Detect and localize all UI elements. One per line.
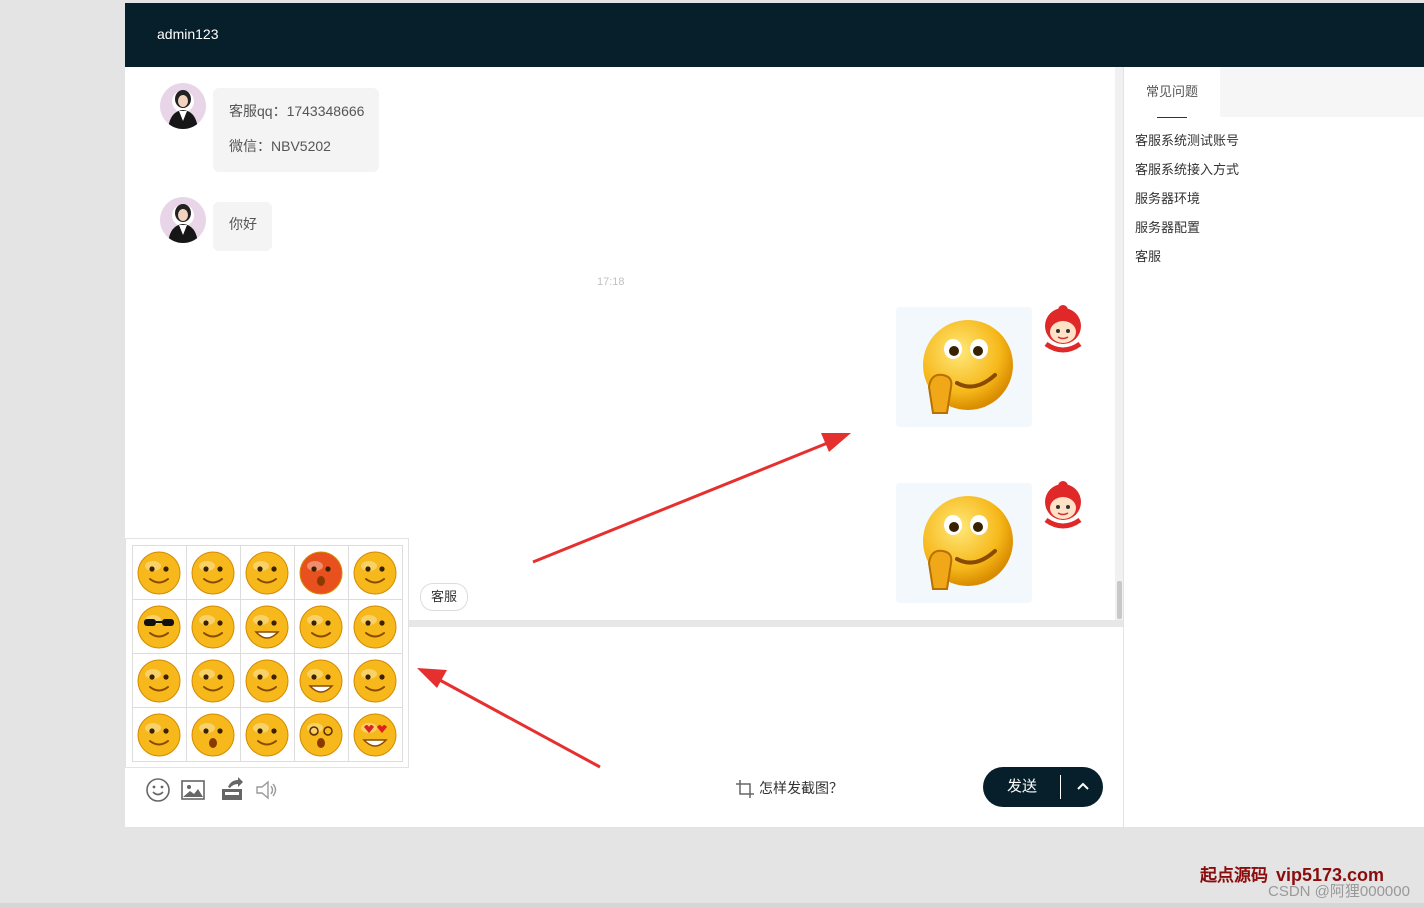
arrow-head: [821, 433, 851, 452]
watermark-brand-name: 起点源码: [1200, 866, 1268, 885]
annotation-arrows: [417, 433, 851, 769]
arrow-head: [417, 668, 447, 688]
watermark-csdn: CSDN @阿狸000000: [1268, 883, 1410, 900]
arrow-line: [532, 440, 831, 564]
taskbar: [0, 903, 1424, 908]
arrow-line: [435, 676, 601, 769]
